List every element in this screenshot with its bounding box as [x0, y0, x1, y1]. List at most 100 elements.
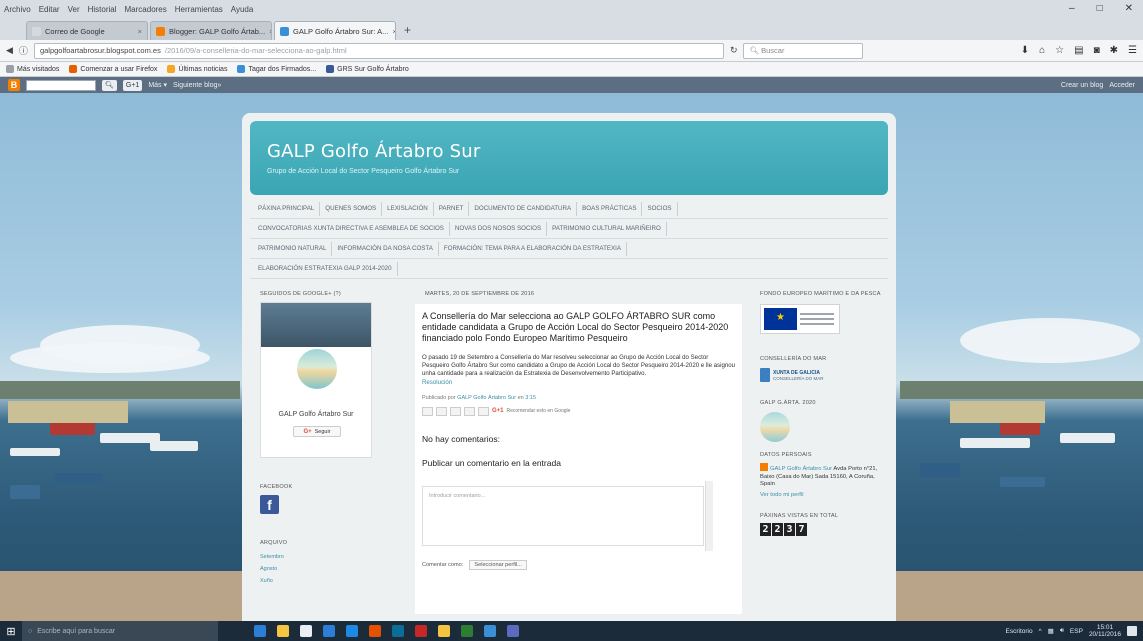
bookmark-item[interactable]: Últimas noticias [167, 65, 227, 73]
page-tab[interactable]: PATRIMONIO CULTURAL MARIÑEIRO [547, 221, 667, 236]
taskbar-app-mail[interactable] [317, 621, 340, 641]
galp-logo-image[interactable] [760, 412, 790, 442]
profile-avatar[interactable] [295, 347, 339, 391]
comment-textarea[interactable]: Introducir comentario... [422, 480, 713, 551]
address-bar[interactable]: galpgolfoartabrosur.blogspot.com.es/2016… [33, 42, 724, 59]
facebook-icon[interactable]: f [260, 495, 279, 514]
addon-icon[interactable]: ✱ [1110, 45, 1118, 56]
full-profile-link[interactable]: Ver todo mi perfil [760, 492, 884, 500]
blogger-search-input[interactable] [26, 79, 96, 91]
menu-item[interactable]: Ver [68, 5, 80, 14]
taskbar-app-explorer[interactable] [271, 621, 294, 641]
page-tab[interactable]: PÁXINA PRINCIPAL [250, 201, 321, 216]
twitter-share-icon[interactable] [450, 406, 461, 416]
download-icon[interactable]: ⬇ [1021, 45, 1029, 56]
next-blog-link[interactable]: Siguiente blog» [173, 82, 221, 89]
tab-close-icon[interactable]: × [269, 27, 271, 36]
bookmark-item[interactable]: Comenzar a usar Firefox [69, 65, 157, 73]
gplus-share-button[interactable]: G+1 [492, 408, 504, 414]
menu-item[interactable]: Archivo [4, 5, 31, 14]
post-author-link[interactable]: GALP Golfo Ártabro Sur [457, 395, 516, 401]
taskbar-app-store[interactable] [294, 621, 317, 641]
close-icon[interactable]: ✕ [1125, 3, 1133, 14]
taskbar-app-notes[interactable] [432, 621, 455, 641]
blogthis-share-icon[interactable] [436, 406, 447, 416]
reload-icon[interactable]: ↻ [730, 45, 738, 56]
bookmark-item[interactable]: GRS Sur Golfo Ártabro [326, 65, 409, 73]
taskbar-search-input[interactable]: ○ Escribe aquí para buscar [22, 621, 218, 641]
pocket-icon[interactable]: ◙ [1094, 45, 1100, 56]
xunta-logo[interactable]: XUNTA DE GALICIA CONSELLERÍA DO MAR [760, 368, 884, 382]
profile-name-link[interactable]: GALP Golfo Ártabro Sur [770, 466, 832, 472]
archive-link[interactable]: Xuño [260, 575, 372, 587]
menu-item[interactable]: Ayuda [231, 5, 254, 14]
email-share-icon[interactable] [422, 406, 433, 416]
clipboard-icon[interactable]: ▤ [1074, 45, 1083, 56]
clock[interactable]: 15:01 20/11/2016 [1089, 624, 1121, 638]
tab-close-icon[interactable]: × [392, 27, 395, 36]
menu-item[interactable]: Marcadores [125, 5, 167, 14]
post-time-link[interactable]: 3:15 [525, 395, 536, 401]
page-tab[interactable]: CONVOCATORIAS XUNTA DIRECTIVA E ASEMBLEA… [250, 221, 450, 236]
taskbar-app-chrome[interactable] [340, 621, 363, 641]
windows-start-icon[interactable]: ⊞ [0, 621, 22, 641]
tab-close-icon[interactable]: × [138, 27, 142, 36]
taskbar-app-pdf[interactable] [409, 621, 432, 641]
taskbar-app-firefox[interactable] [363, 621, 386, 641]
maximize-icon[interactable]: □ [1097, 3, 1103, 14]
page-tab[interactable]: QUENES SOMOS [320, 201, 383, 216]
page-tab[interactable]: PATRIMONIO NATURAL [250, 241, 333, 256]
facebook-share-icon[interactable] [464, 406, 475, 416]
home-icon[interactable]: ⌂ [1039, 45, 1045, 56]
menu-icon[interactable]: ☰ [1128, 45, 1137, 56]
comment-scrollbar[interactable] [705, 480, 713, 551]
more-menu[interactable]: Más ▾ [148, 81, 167, 89]
bookmark-item[interactable]: Tagar dos Firmados... [237, 65, 316, 73]
browser-tab[interactable]: Blogger: GALP Golfo Ártab... × [150, 21, 272, 40]
bookmark-item[interactable]: Más visitados [6, 65, 59, 73]
login-link[interactable]: Acceder [1109, 82, 1135, 89]
page-tab[interactable]: FORMACIÓN: TEMA PARA A ELABORACIÓN DA ES… [439, 241, 627, 256]
menu-item[interactable]: Editar [39, 5, 60, 14]
page-tab[interactable]: ELABORACIÓN ESTRATEXIA GALP 2014-2020 [250, 261, 398, 276]
blogger-search-button[interactable]: 🔍︎ [102, 79, 117, 91]
profile-name[interactable]: GALP Golfo Ártabro Sur [261, 411, 371, 418]
browser-search-input[interactable]: 🔍︎ Buscar [743, 42, 864, 59]
taskbar-app-photos[interactable] [478, 621, 501, 641]
page-tab[interactable]: INFORMACIÓN DA NOSA COSTA [332, 241, 439, 256]
taskbar-app-terminal[interactable] [386, 621, 409, 641]
page-tab[interactable]: LEXISLACIÓN [382, 201, 434, 216]
volume-icon[interactable]: 🔊︎ [1060, 627, 1064, 635]
eu-fund-logo[interactable] [760, 304, 840, 334]
browser-tab-active[interactable]: GALP Golfo Ártabro Sur: A... × [274, 21, 396, 40]
browser-tab[interactable]: Correo de Google × [26, 21, 148, 40]
comment-as-select[interactable]: Seleccionar perfil... [469, 559, 527, 570]
back-icon[interactable]: ◀ [6, 45, 13, 56]
post-title[interactable]: A Consellería do Mar selecciona ao GALP … [422, 311, 735, 344]
follow-button[interactable]: G+ Seguir [293, 426, 341, 437]
tray-chevron-icon[interactable]: ^ [1039, 628, 1042, 635]
notifications-icon[interactable] [1127, 626, 1137, 636]
create-blog-link[interactable]: Crear un blog [1061, 82, 1103, 89]
star-icon[interactable]: ☆ [1055, 45, 1064, 56]
taskbar-app-excel[interactable] [455, 621, 478, 641]
blogger-logo-icon[interactable]: B [8, 79, 20, 91]
info-icon[interactable]: ⓘ [19, 44, 28, 57]
network-icon[interactable]: ▦ [1048, 627, 1054, 635]
page-tab[interactable]: BOAS PRÁCTICAS [577, 201, 643, 216]
page-tab[interactable]: SOCIOS [642, 201, 678, 216]
archive-link[interactable]: Agosto [260, 563, 372, 575]
minimize-icon[interactable]: – [1069, 3, 1075, 14]
tray-desktop-label[interactable]: Escritorio [1006, 628, 1033, 635]
taskbar-app-edge[interactable] [248, 621, 271, 641]
page-tab[interactable]: DOCUMENTO DE CANDIDATURA [469, 201, 578, 216]
new-tab-icon[interactable]: + [398, 23, 417, 40]
page-tab[interactable]: PARNET [434, 201, 470, 216]
page-tab[interactable]: NOVAS DOS NOSOS SOCIOS [450, 221, 548, 236]
language-indicator[interactable]: ESP [1070, 628, 1083, 635]
menu-item[interactable]: Herramientas [175, 5, 223, 14]
blog-title[interactable]: GALP Golfo Ártabro Sur [267, 141, 871, 162]
resolution-link[interactable]: Resolución [422, 379, 452, 386]
gplus-button[interactable]: G+1 [122, 79, 143, 91]
taskbar-app-other[interactable] [501, 621, 524, 641]
